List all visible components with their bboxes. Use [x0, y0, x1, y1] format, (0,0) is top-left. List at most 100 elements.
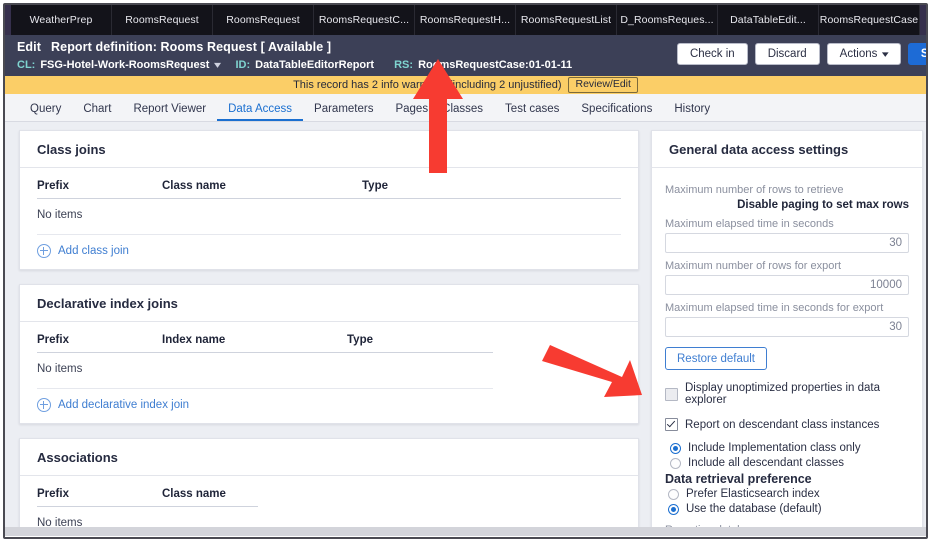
discard-button[interactable]: Discard [754, 43, 820, 65]
retrieval-option-1-label: Use the database (default) [686, 503, 822, 515]
class-joins-card: Class joins Prefix Class name Type No it… [19, 130, 639, 270]
max-time-export-label: Maximum elapsed time in seconds for expo… [665, 302, 884, 314]
report-descendant-row[interactable]: Report on descendant class instances [665, 418, 909, 431]
tab-query[interactable]: Query [19, 103, 72, 121]
associations-title: Associations [20, 439, 638, 476]
left-column: Class joins Prefix Class name Type No it… [19, 130, 639, 536]
table-header-row: Prefix Class name [37, 486, 258, 507]
browser-tab-0[interactable]: WeatherPrep [11, 5, 112, 35]
table-row: No items [37, 352, 493, 389]
browser-tab-5[interactable]: RoomsRequestList [516, 5, 617, 35]
warning-message: This record has 2 info warnings (includi… [293, 79, 562, 91]
section-tab-bar: Query Chart Report Viewer Data Access Pa… [5, 94, 926, 122]
display-unoptimized-checkbox[interactable] [665, 387, 678, 401]
general-settings-body: Maximum number of rows to retrieve Disab… [652, 168, 922, 535]
header-availability: [ Available ] [260, 40, 332, 54]
restore-default-button[interactable]: Restore default [665, 347, 767, 370]
table-row: No items [37, 198, 621, 235]
report-descendant-checkbox[interactable] [665, 418, 678, 431]
data-access-panel: Class joins Prefix Class name Type No it… [5, 122, 926, 536]
descendant-options-group: Include Implementation class only Includ… [665, 442, 909, 469]
radio-all-descendants[interactable] [670, 457, 681, 469]
class-value[interactable]: FSG-Hotel-Work-RoomsRequest [40, 57, 209, 74]
tabstrip-right-edge [920, 5, 926, 35]
table-header-row: Prefix Index name Type [37, 332, 493, 353]
associations-card: Associations Prefix Class name No items [19, 438, 639, 536]
class-joins-title: Class joins [20, 131, 638, 168]
tab-history[interactable]: History [663, 103, 721, 121]
add-declarative-index-join-label: Add declarative index join [58, 399, 190, 411]
browser-tab-1[interactable]: RoomsRequest [112, 5, 213, 35]
index-joins-table: Prefix Index name Type No items [37, 332, 493, 389]
header-record-name: Rooms Request [160, 40, 258, 54]
retrieval-options-group: Prefer Elasticsearch index Use the datab… [665, 488, 909, 515]
browser-tab-2[interactable]: RoomsRequest [213, 5, 314, 35]
add-class-join-button[interactable]: Add class join [20, 235, 638, 269]
browser-tab-8[interactable]: RoomsRequestCase [819, 5, 920, 35]
descendant-option-impl-only[interactable]: Include Implementation class only [670, 442, 909, 454]
class-joins-empty: No items [37, 198, 621, 235]
col-class-name: Class name [162, 486, 258, 507]
max-time-input[interactable]: 30 [665, 233, 909, 253]
max-time-export-input[interactable]: 30 [665, 317, 909, 337]
tab-parameters[interactable]: Parameters [303, 103, 384, 121]
display-unoptimized-row[interactable]: Display unoptimized properties in data e… [665, 382, 909, 406]
browser-tab-3[interactable]: RoomsRequestC... [314, 5, 415, 35]
col-class-name: Class name [162, 178, 362, 199]
max-rows-export-label: Maximum number of rows for export [665, 260, 842, 272]
descendant-option-all[interactable]: Include all descendant classes [670, 457, 909, 469]
col-type: Type [362, 178, 621, 199]
browser-tab-6[interactable]: D_RoomsReques... [617, 5, 718, 35]
class-joins-body: Prefix Class name Type No items [20, 168, 638, 235]
add-declarative-index-join-button[interactable]: Add declarative index join [20, 389, 638, 423]
header-record-type: Report definition: [51, 40, 157, 54]
col-index-name: Index name [162, 332, 347, 353]
tab-specifications[interactable]: Specifications [570, 103, 663, 121]
review-edit-button[interactable]: Review/Edit [568, 77, 638, 93]
browser-tab-7[interactable]: DataTableEdit... [718, 5, 819, 35]
col-prefix: Prefix [37, 178, 162, 199]
check-in-button[interactable]: Check in [676, 43, 748, 65]
report-descendant-label: Report on descendant class instances [685, 418, 880, 431]
actions-label: Actions [839, 48, 878, 60]
chevron-down-icon: ▾ [882, 48, 890, 59]
retrieval-option-0-label: Prefer Elasticsearch index [686, 488, 820, 500]
index-joins-title: Declarative index joins [20, 285, 638, 322]
browser-tab-strip: WeatherPrep RoomsRequest RoomsRequest Ro… [5, 5, 926, 36]
record-header: Edit Report definition: Rooms Request [ A… [5, 35, 926, 76]
plus-circle-icon [37, 244, 51, 258]
browser-tab-4[interactable]: RoomsRequestH... [415, 5, 516, 35]
general-settings-title: General data access settings [652, 131, 922, 168]
chevron-down-icon[interactable]: ▾ [214, 57, 221, 74]
tab-pages-and-classes[interactable]: Pages & Classes [384, 103, 494, 121]
col-prefix: Prefix [37, 332, 162, 353]
window-bottom-strip [5, 527, 926, 536]
table-header-row: Prefix Class name Type [37, 178, 621, 199]
right-column: General data access settings Maximum num… [651, 130, 923, 536]
plus-circle-icon [37, 398, 51, 412]
retrieval-option-elasticsearch[interactable]: Prefer Elasticsearch index [668, 488, 909, 500]
descendant-option-1-label: Include all descendant classes [688, 457, 844, 469]
max-rows-export-input[interactable]: 10000 [665, 275, 909, 295]
actions-menu-button[interactable]: Actions ▾ [826, 43, 901, 65]
radio-elasticsearch[interactable] [668, 488, 679, 500]
tab-test-cases[interactable]: Test cases [494, 103, 570, 121]
rs-label: RS: [394, 59, 414, 71]
col-prefix: Prefix [37, 486, 162, 507]
tab-chart[interactable]: Chart [72, 103, 122, 121]
data-retrieval-heading: Data retrieval preference [665, 472, 812, 486]
class-joins-table: Prefix Class name Type No items [37, 178, 621, 235]
app-screenshot: WeatherPrep RoomsRequest RoomsRequest Ro… [0, 0, 931, 545]
index-joins-card: Declarative index joins Prefix Index nam… [19, 284, 639, 424]
max-time-label: Maximum elapsed time in seconds [665, 218, 834, 230]
tab-report-viewer[interactable]: Report Viewer [122, 103, 217, 121]
tab-data-access[interactable]: Data Access [217, 103, 304, 121]
id-label: ID: [235, 59, 251, 71]
radio-impl-only[interactable] [670, 442, 681, 454]
radio-database[interactable] [668, 503, 679, 515]
warning-banner: This record has 2 info warnings (includi… [5, 76, 926, 94]
header-mode: Edit [17, 40, 42, 54]
save-button[interactable]: Sa [907, 43, 926, 65]
retrieval-option-database[interactable]: Use the database (default) [668, 503, 909, 515]
max-rows-label: Maximum number of rows to retrieve [665, 184, 844, 196]
